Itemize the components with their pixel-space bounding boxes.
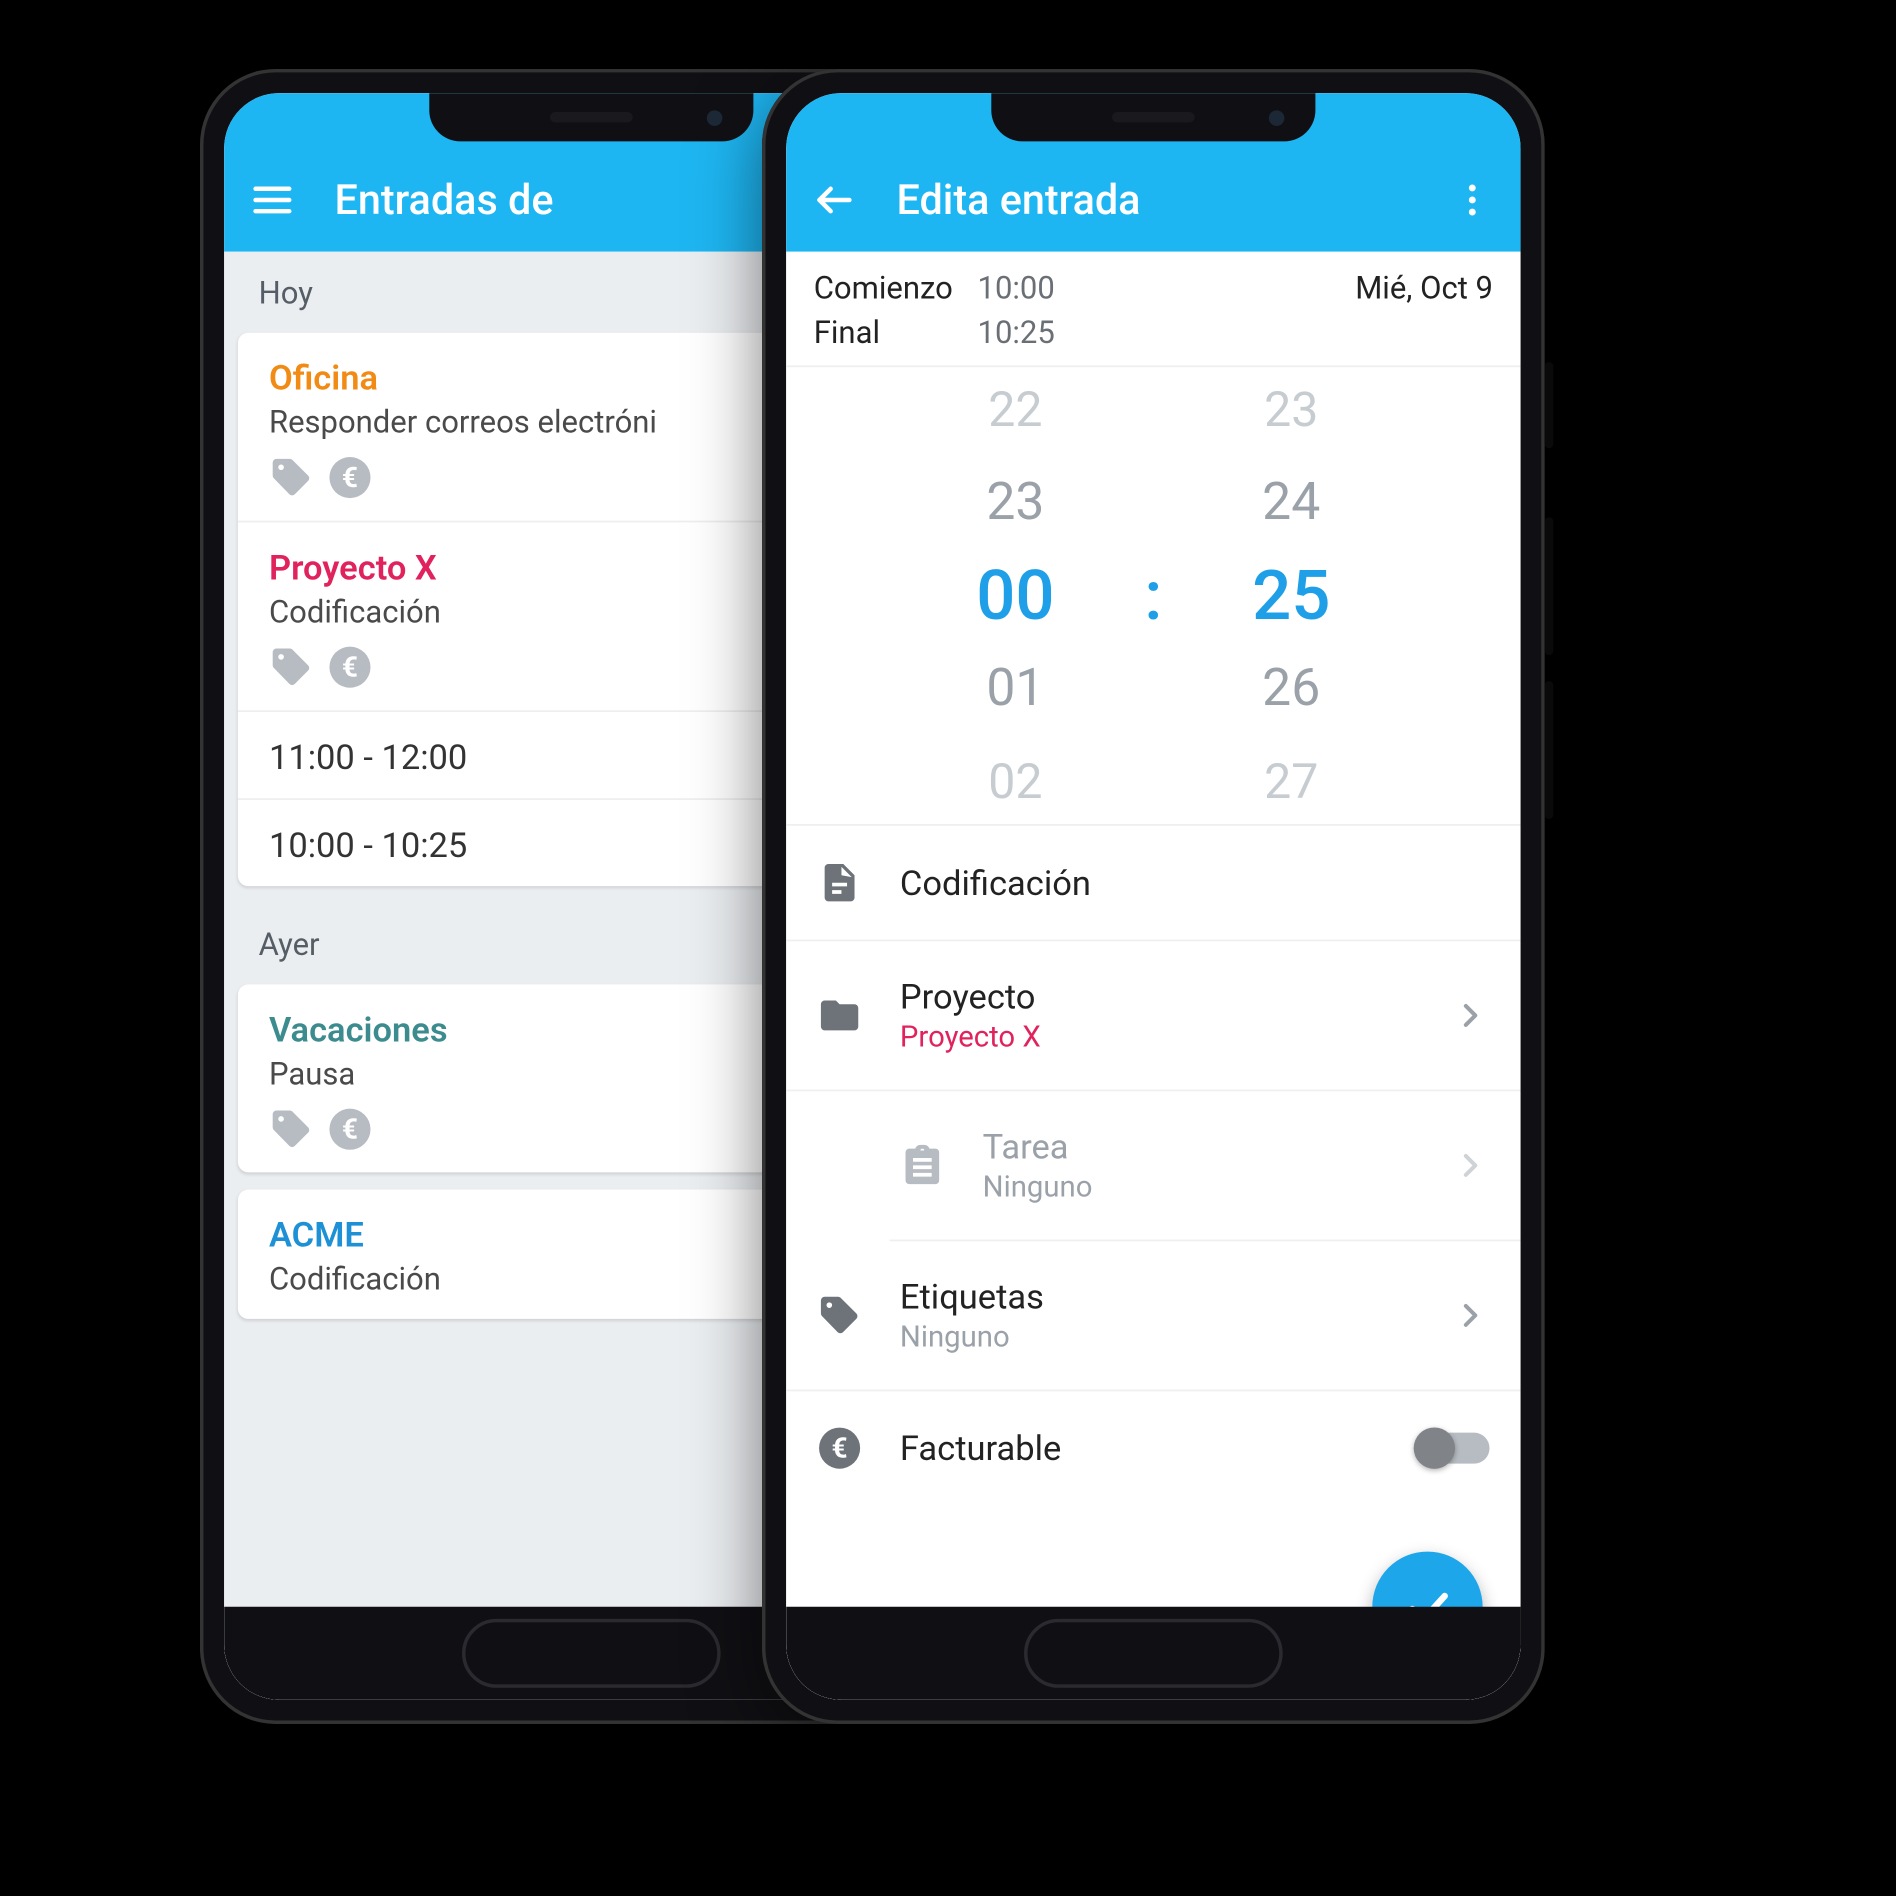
wheel-value: 26 xyxy=(1188,642,1395,735)
folder-icon xyxy=(817,993,862,1038)
phone-edit: Edita entrada Comienzo 10:00 Mié, Oct 9 … xyxy=(762,69,1545,1724)
note-value: Codificación xyxy=(900,862,1490,903)
tag-icon xyxy=(269,1107,314,1152)
vol-up-button xyxy=(1545,517,1554,655)
tags-row[interactable]: Etiquetas Ninguno xyxy=(786,1241,1520,1391)
clipboard-icon xyxy=(900,1143,945,1188)
minute-wheel[interactable]: 23 24 25 26 27 xyxy=(1188,367,1395,826)
chevron-right-icon xyxy=(1452,996,1490,1034)
task-label: Tarea xyxy=(983,1126,1414,1167)
vol-down-button xyxy=(1545,681,1554,819)
wheel-value-selected: 00 xyxy=(912,549,1119,642)
wheel-value: 24 xyxy=(1188,456,1395,549)
date-label: Mié, Oct 9 xyxy=(1355,270,1493,306)
wheel-value: 22 xyxy=(912,367,1119,456)
tag-icon xyxy=(269,455,314,500)
billable-row[interactable]: € Facturable xyxy=(786,1391,1520,1505)
power-button xyxy=(1545,362,1554,448)
billable-label: Facturable xyxy=(900,1427,1379,1468)
tags-label: Etiquetas xyxy=(900,1276,1414,1317)
wheel-separator: : xyxy=(1119,555,1188,636)
tag-icon xyxy=(269,645,314,690)
euro-icon: € xyxy=(328,455,373,500)
project-label: Proyecto xyxy=(900,976,1414,1017)
hour-wheel[interactable]: 22 23 00 01 02 xyxy=(912,367,1119,826)
wheel-value: 02 xyxy=(912,735,1119,826)
home-button[interactable] xyxy=(462,1619,721,1688)
project-row[interactable]: Proyecto Proyecto X xyxy=(786,941,1520,1091)
wheel-value-selected: 25 xyxy=(1188,549,1395,642)
edit-form: Comienzo 10:00 Mié, Oct 9 Final 10:25 22… xyxy=(786,252,1520,1700)
note-icon xyxy=(817,860,862,905)
home-button[interactable] xyxy=(1024,1619,1283,1688)
svg-text:€: € xyxy=(342,461,358,494)
tags-value: Ninguno xyxy=(900,1321,1414,1355)
task-value: Ninguno xyxy=(983,1171,1414,1205)
start-end-block[interactable]: Comienzo 10:00 Mié, Oct 9 Final 10:25 xyxy=(786,252,1520,368)
menu-icon[interactable] xyxy=(248,176,296,224)
end-time: 10:25 xyxy=(978,315,1055,351)
project-value: Proyecto X xyxy=(900,1021,1414,1055)
display-notch xyxy=(991,93,1315,141)
euro-icon: € xyxy=(328,645,373,690)
display-notch xyxy=(429,93,753,141)
euro-icon: € xyxy=(817,1426,862,1471)
svg-text:€: € xyxy=(342,651,358,684)
wheel-value: 27 xyxy=(1188,735,1395,826)
svg-text:€: € xyxy=(342,1113,358,1146)
duration-picker[interactable]: 22 23 00 01 02 : 23 24 25 26 27 xyxy=(786,367,1520,826)
task-row[interactable]: Tarea Ninguno xyxy=(890,1091,1521,1241)
svg-text:€: € xyxy=(832,1431,848,1464)
back-icon[interactable] xyxy=(810,176,858,224)
wheel-value: 01 xyxy=(912,642,1119,735)
chevron-right-icon xyxy=(1452,1296,1490,1334)
end-label: Final xyxy=(814,315,978,351)
appbar-title: Edita entrada xyxy=(896,176,1410,224)
tag-icon xyxy=(817,1293,862,1338)
wheel-value: 23 xyxy=(1188,367,1395,456)
start-time: 10:00 xyxy=(978,270,1055,306)
start-label: Comienzo xyxy=(814,270,978,306)
billable-toggle[interactable] xyxy=(1417,1433,1489,1464)
chevron-right-icon xyxy=(1452,1146,1490,1184)
euro-icon: € xyxy=(328,1107,373,1152)
wheel-value: 23 xyxy=(912,456,1119,549)
overflow-icon[interactable] xyxy=(1448,176,1496,224)
note-row[interactable]: Codificación xyxy=(786,826,1520,942)
home-bar xyxy=(786,1607,1520,1700)
